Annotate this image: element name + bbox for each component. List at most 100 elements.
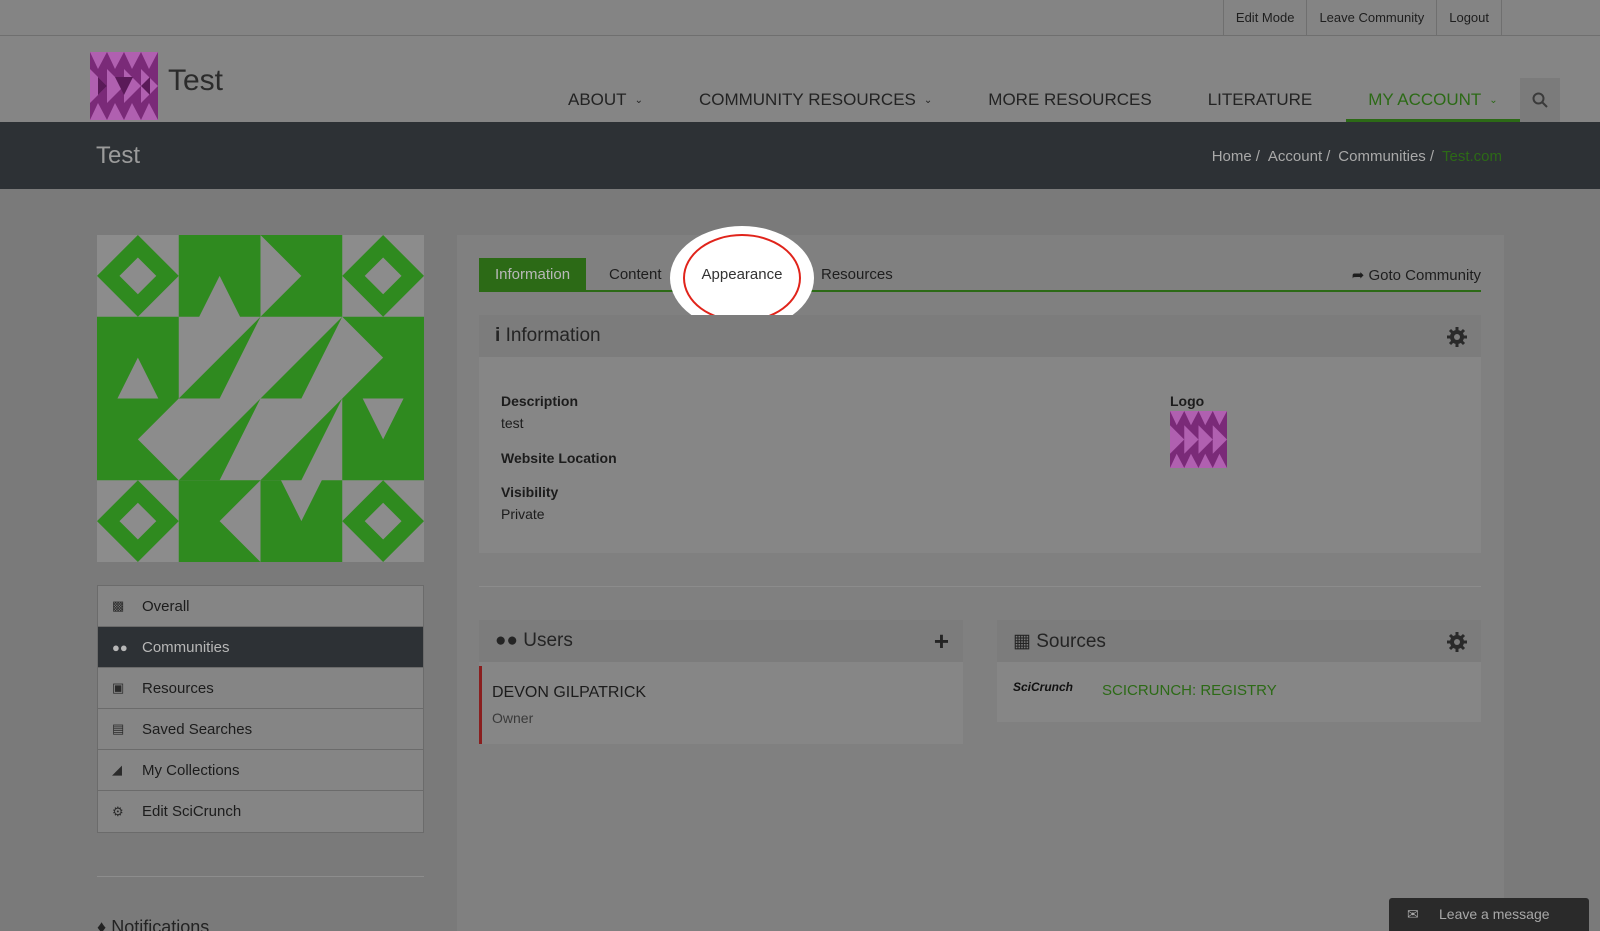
chevron-down-icon: ⌄ — [1489, 95, 1498, 106]
sources-title: ▦ Sources — [1013, 630, 1106, 653]
nav-literature-label: LITERATURE — [1207, 90, 1313, 109]
nav-literature[interactable]: LITERATURE — [1208, 78, 1313, 122]
nav-my-account-label: MY ACCOUNT — [1368, 90, 1482, 109]
users-title-label: Users — [523, 630, 573, 651]
notifications-label: Notifications — [111, 917, 210, 931]
website-location-label: Website Location — [501, 450, 617, 466]
breadcrumb-separator: / — [1326, 148, 1331, 165]
information-title: i Information — [495, 325, 601, 347]
description-value: test — [501, 415, 524, 431]
chevron-down-icon: ⌄ — [923, 95, 933, 106]
account-side-menu: ▩ Overall ●● Communities ▣ Resources ▤ S… — [97, 585, 424, 833]
sources-box-header: ▦ Sources — [997, 620, 1481, 662]
sidebar-item-label: Overall — [142, 597, 190, 615]
add-user-button[interactable]: + — [934, 626, 949, 657]
sidebar-item-resources[interactable]: ▣ Resources — [98, 668, 423, 709]
leave-message-widget[interactable]: ✉ Leave a message — [1389, 898, 1589, 931]
scicrunch-logo: SciCrunch — [1013, 680, 1074, 694]
sidebar-item-overall[interactable]: ▩ Overall — [98, 586, 423, 627]
nav-community-resources[interactable]: COMMUNITY RESOURCES ⌄ — [699, 78, 932, 122]
page-title-bar: Test Home / Account / Communities / Test.co… — [0, 122, 1600, 189]
bar-chart-icon: ▩ — [112, 598, 125, 613]
goto-community-label: Goto Community — [1368, 267, 1481, 284]
nav-more-resources-label: MORE RESOURCES — [988, 90, 1152, 109]
folder-open-icon: ◢ — [112, 762, 122, 777]
tab-resources[interactable]: Resources — [821, 258, 893, 290]
leave-message-label: Leave a message — [1439, 906, 1550, 922]
info-icon: i — [495, 325, 501, 346]
logo-label: Logo — [1170, 393, 1205, 409]
utility-links: Edit Mode Leave Community Logout — [1222, 0, 1502, 36]
bell-icon: ♦ — [97, 917, 107, 931]
sidebar-divider — [97, 876, 424, 877]
source-link[interactable]: SCICRUNCH: REGISTRY — [1102, 682, 1277, 699]
gear-icon[interactable] — [1447, 327, 1467, 347]
tab-appearance[interactable]: Appearance — [670, 266, 814, 283]
breadcrumb-current: Test.com — [1441, 148, 1502, 165]
users-box-header: ●● Users + — [479, 620, 963, 662]
information-box: i Information Description test Website L… — [479, 315, 1481, 553]
user-role: Owner — [492, 710, 534, 726]
envelope-icon: ✉ — [1407, 906, 1419, 922]
gear-icon[interactable] — [1447, 632, 1467, 652]
brand-logo[interactable] — [90, 52, 158, 120]
main-nav: ABOUT ⌄ COMMUNITY RESOURCES ⌄ MORE RESOURC… — [568, 78, 1560, 122]
users-title: ●● Users — [495, 630, 573, 652]
user-name[interactable]: DEVON GILPATRICK — [492, 684, 646, 702]
information-title-label: Information — [505, 325, 601, 346]
cubes-icon: ▣ — [112, 680, 125, 695]
breadcrumb-separator: / — [1255, 148, 1260, 165]
logout-link[interactable]: Logout — [1436, 0, 1502, 36]
nav-more-resources[interactable]: MORE RESOURCES — [988, 78, 1151, 122]
breadcrumb-separator: / — [1429, 148, 1434, 165]
sidebar-item-communities[interactable]: ●● Communities — [98, 627, 423, 668]
sidebar-item-label: Edit SciCrunch — [142, 803, 242, 820]
share-icon: ➦ — [1351, 267, 1365, 284]
visibility-value: Private — [501, 506, 545, 522]
sidebar-item-my-collections[interactable]: ◢ My Collections — [98, 750, 423, 791]
notifications-heading: ♦ Notifications — [97, 917, 209, 931]
floppy-icon: ▤ — [112, 721, 125, 736]
brand-name[interactable]: Test — [168, 64, 223, 98]
leave-community-link[interactable]: Leave Community — [1306, 0, 1436, 36]
goto-community-link[interactable]: ➦ Goto Community — [1352, 266, 1481, 284]
sources-box: ▦ Sources SciCrunch SCICRUNCH: REGISTRY — [997, 620, 1481, 722]
chevron-down-icon: ⌄ — [634, 95, 643, 106]
search-icon — [1532, 92, 1548, 108]
search-button[interactable] — [1519, 78, 1560, 122]
tab-information[interactable]: Information — [479, 258, 587, 290]
community-tabs: Information Content Resources ➦ Goto Com… — [479, 258, 1481, 292]
nav-my-account[interactable]: MY ACCOUNT ⌄ — [1346, 78, 1520, 122]
sources-title-label: Sources — [1036, 631, 1106, 652]
breadcrumb-account[interactable]: Account — [1268, 148, 1322, 165]
site-header: Test ABOUT ⌄ COMMUNITY RESOURCES ⌄ MORE RE… — [0, 36, 1600, 122]
nav-community-resources-label: COMMUNITY RESOURCES — [698, 90, 916, 109]
sidebar-item-label: Saved Searches — [142, 720, 253, 738]
sidebar-item-saved-searches[interactable]: ▤ Saved Searches — [98, 709, 423, 750]
description-label: Description — [501, 393, 579, 409]
breadcrumb: Home / Account / Communities / Test.com — [1206, 148, 1502, 165]
users-icon: ●● — [112, 639, 128, 655]
users-box: ●● Users + DEVON GILPATRICK Owner — [479, 620, 963, 744]
breadcrumb-home[interactable]: Home — [1212, 148, 1252, 165]
sidebar-item-label: Communities — [142, 638, 230, 656]
top-utility-bar: Edit Mode Leave Community Logout — [0, 0, 1600, 36]
breadcrumb-communities[interactable]: Communities — [1338, 148, 1426, 165]
tab-content[interactable]: Content — [609, 258, 662, 290]
page-title: Test — [96, 142, 141, 169]
users-icon: ●● — [495, 630, 518, 651]
visibility-label: Visibility — [501, 484, 559, 500]
sidebar-item-label: My Collections — [142, 761, 240, 779]
section-divider — [479, 586, 1481, 587]
list-item: DEVON GILPATRICK Owner — [479, 666, 963, 744]
cogs-icon: ⚙ — [112, 803, 124, 819]
sidebar-item-label: Resources — [142, 679, 214, 697]
community-avatar — [97, 235, 424, 562]
nav-about[interactable]: ABOUT ⌄ — [568, 78, 643, 122]
community-logo-thumbnail — [1170, 411, 1227, 468]
sidebar-item-edit-scicrunch[interactable]: ⚙ Edit SciCrunch — [98, 791, 423, 832]
nav-about-label: ABOUT — [568, 90, 627, 109]
edit-mode-link[interactable]: Edit Mode — [1222, 0, 1307, 36]
file-icon: ▦ — [1013, 631, 1031, 652]
information-box-header: i Information — [479, 315, 1481, 357]
